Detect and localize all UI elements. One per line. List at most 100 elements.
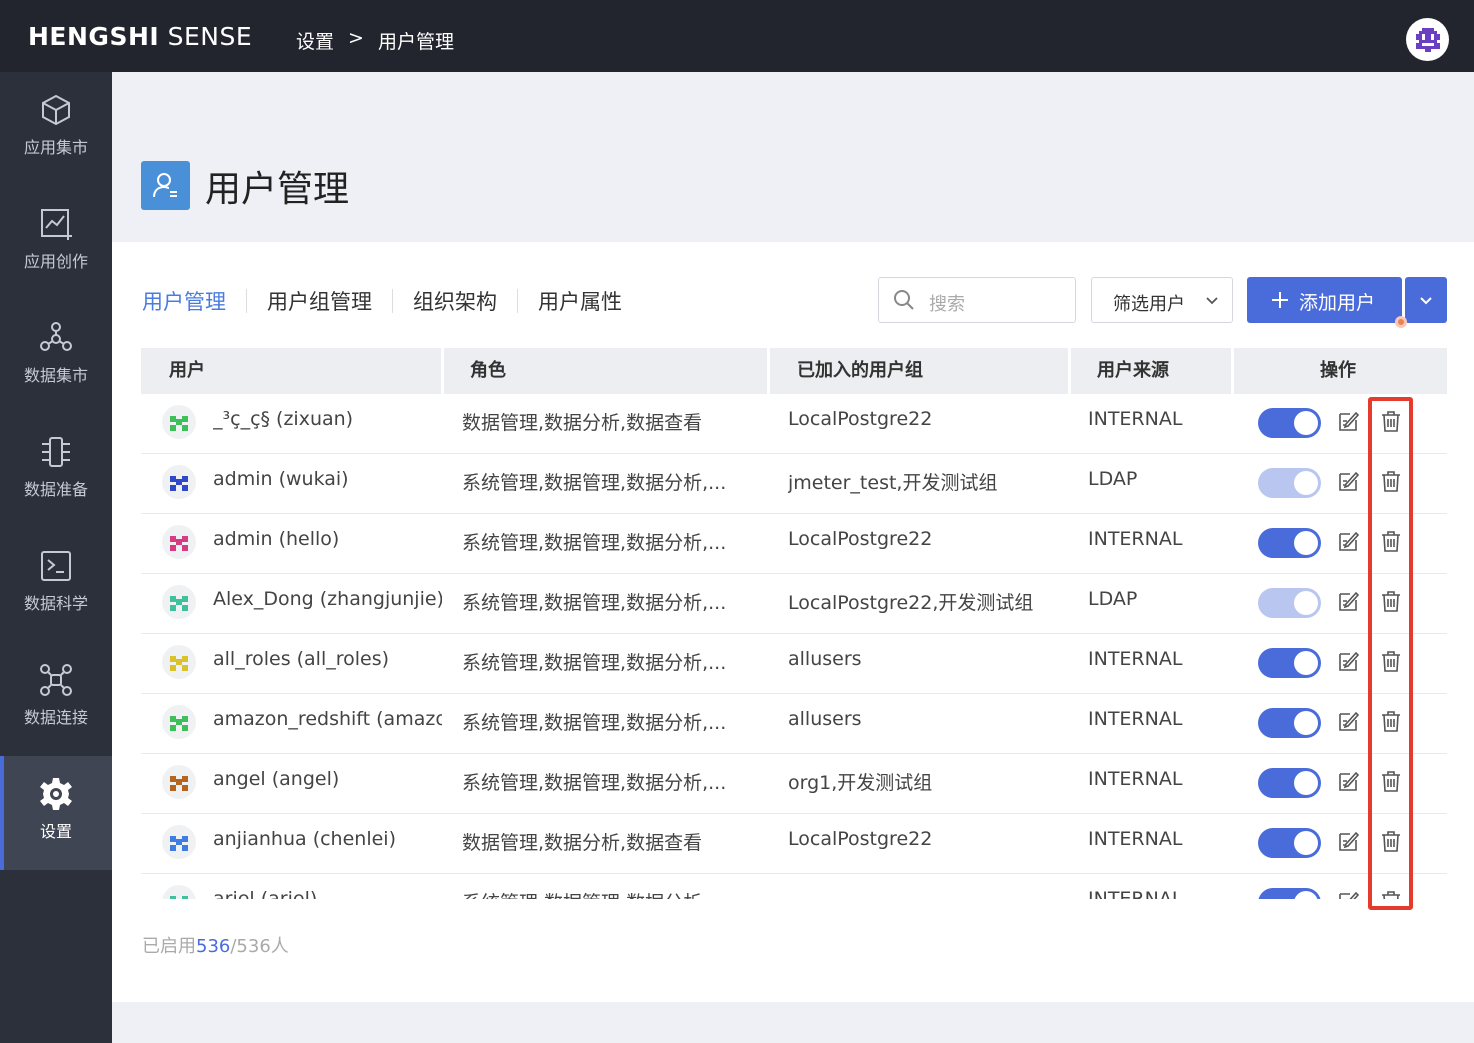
table-row[interactable]: ariel (ariel) 系统管理,数据管理,数据分析,... INTERNAL — [141, 874, 1447, 899]
total-count-value: /536人 — [230, 936, 289, 957]
tab-user-groups[interactable]: 用户组管理 — [267, 286, 372, 316]
user-groups: LocalPostgre22,开发测试组 — [788, 592, 1034, 614]
table-row[interactable]: Alex_Dong (zhangjunjie) 系统管理,数据管理,数据分析,..… — [141, 574, 1447, 634]
user-name: anjianhua (chenlei) — [213, 828, 396, 850]
sidebar-item-data-market[interactable]: 数据集市 — [0, 300, 112, 414]
edit-icon[interactable] — [1337, 650, 1360, 672]
delete-column-highlight — [1368, 397, 1413, 910]
edit-icon[interactable] — [1337, 470, 1360, 492]
table-row[interactable]: admin (hello) 系统管理,数据管理,数据分析,... LocalPost… — [141, 514, 1447, 574]
tab-user-attributes[interactable]: 用户属性 — [538, 286, 622, 316]
user-enabled-toggle[interactable] — [1258, 708, 1321, 738]
tab-user-management[interactable]: 用户管理 — [142, 286, 226, 316]
user-name: angel (angel) — [213, 768, 340, 790]
user-source: INTERNAL — [1088, 768, 1183, 790]
pixel-avatar-icon — [170, 476, 188, 491]
page-header: 用户管理 — [112, 72, 1474, 242]
add-user-dropdown-button[interactable] — [1405, 277, 1447, 323]
table-row[interactable]: angel (angel) 系统管理,数据管理,数据分析,... org1,开发测试… — [141, 754, 1447, 814]
user-enabled-toggle[interactable] — [1258, 768, 1321, 798]
sidebar-item-data-science[interactable]: 数据科学 — [0, 528, 112, 642]
edit-icon[interactable] — [1337, 830, 1360, 852]
user-enabled-toggle[interactable] — [1258, 648, 1321, 678]
sidebar-item-settings[interactable]: 设置 — [0, 756, 112, 870]
user-source: LDAP — [1088, 588, 1138, 610]
column-header-groups[interactable]: 已加入的用户组 — [797, 348, 923, 394]
pipeline-icon — [42, 437, 70, 467]
user-enabled-toggle[interactable] — [1258, 468, 1321, 498]
edit-icon[interactable] — [1337, 710, 1360, 732]
user-enabled-toggle[interactable] — [1258, 588, 1321, 618]
edit-icon[interactable] — [1337, 770, 1360, 792]
tab-bar: 用户管理 用户组管理 组织架构 用户属性 — [142, 286, 622, 316]
pixel-avatar-icon — [170, 836, 188, 851]
column-divider — [441, 348, 444, 394]
pixel-avatar-icon — [170, 416, 188, 431]
breadcrumb-separator: > — [348, 27, 364, 49]
table-row[interactable]: admin (wukai) 系统管理,数据管理,数据分析,... jmeter_te… — [141, 454, 1447, 514]
user-groups: jmeter_test,开发测试组 — [788, 472, 998, 494]
user-roles: 系统管理,数据管理,数据分析,... — [462, 652, 727, 674]
search-icon — [894, 290, 914, 310]
table-row[interactable]: anjianhua (chenlei) 数据管理,数据分析,数据查看 LocalPo… — [141, 814, 1447, 874]
chart-edit-icon — [41, 209, 72, 240]
search-input[interactable]: 搜索 — [878, 277, 1076, 323]
cube-icon — [42, 94, 70, 126]
tab-divider — [246, 289, 247, 313]
edit-icon[interactable] — [1337, 890, 1360, 899]
user-avatar-icon — [162, 705, 196, 739]
table-row[interactable]: all_roles (all_roles) 系统管理,数据管理,数据分析,... a… — [141, 634, 1447, 694]
user-source: INTERNAL — [1088, 528, 1183, 550]
enabled-count-prefix: 已启用 — [142, 936, 196, 957]
user-enabled-toggle[interactable] — [1258, 888, 1321, 899]
breadcrumb-current: 用户管理 — [377, 31, 454, 53]
tab-divider — [517, 289, 518, 313]
user-source: INTERNAL — [1088, 408, 1183, 430]
user-roles: 系统管理,数据管理,数据分析,... — [462, 888, 752, 899]
network-icon — [40, 664, 72, 696]
tab-org-structure[interactable]: 组织架构 — [413, 286, 497, 316]
user-groups: allusers — [788, 708, 862, 730]
table-row[interactable]: amazon_redshift (amazon 系统管理,数据管理,数据分析,..… — [141, 694, 1447, 754]
toggle-knob — [1294, 411, 1318, 435]
terminal-icon — [41, 551, 71, 581]
user-groups: LocalPostgre22 — [788, 408, 933, 430]
sidebar-item-app-create[interactable]: 应用创作 — [0, 186, 112, 300]
column-divider — [1231, 348, 1234, 394]
breadcrumb-settings[interactable]: 设置 — [296, 27, 334, 54]
user-name: amazon_redshift (amazon — [213, 708, 442, 730]
sidebar-item-data-prep[interactable]: 数据准备 — [0, 414, 112, 528]
table-row[interactable]: _³ç_ç§ (zixuan) 数据管理,数据分析,数据查看 LocalPostgr… — [141, 394, 1447, 454]
breadcrumb: 设置 > 用户管理 — [296, 27, 454, 54]
chevron-down-icon — [1420, 297, 1432, 305]
pixel-avatar-icon — [170, 596, 188, 611]
user-avatar-icon — [162, 885, 196, 899]
user-enabled-toggle[interactable] — [1258, 408, 1321, 438]
column-header-role[interactable]: 角色 — [470, 348, 506, 394]
user-avatar[interactable] — [1406, 18, 1449, 61]
pixel-avatar-icon — [1415, 27, 1440, 52]
user-source: LDAP — [1088, 468, 1138, 490]
column-header-source[interactable]: 用户来源 — [1097, 348, 1169, 394]
user-avatar-icon — [162, 825, 196, 859]
plus-icon — [1272, 292, 1288, 308]
user-avatar-icon — [162, 465, 196, 499]
edit-icon[interactable] — [1337, 590, 1360, 612]
sidebar-item-app-market[interactable]: 应用集市 — [0, 72, 112, 186]
column-header-user[interactable]: 用户 — [169, 348, 205, 394]
user-name: Alex_Dong (zhangjunjie) — [213, 588, 442, 610]
brand-logo[interactable]: HENGSHI SENSE — [28, 22, 252, 51]
user-enabled-toggle[interactable] — [1258, 828, 1321, 858]
sidebar-item-data-connect[interactable]: 数据连接 — [0, 642, 112, 756]
add-user-button[interactable]: 添加用户 — [1247, 277, 1402, 323]
user-groups: org1,开发测试组 — [788, 772, 933, 794]
user-avatar-icon — [162, 405, 196, 439]
edit-icon[interactable] — [1337, 410, 1360, 432]
column-divider — [1068, 348, 1071, 394]
pixel-avatar-icon — [170, 536, 188, 551]
sidebar: 应用集市 应用创作 数据集市 数据准备 数据科学 数据连接 设置 — [0, 72, 112, 1043]
filter-users-select[interactable]: 筛选用户 — [1091, 277, 1233, 323]
edit-icon[interactable] — [1337, 530, 1360, 552]
user-enabled-toggle[interactable] — [1258, 528, 1321, 558]
user-roles: 系统管理,数据管理,数据分析,... — [462, 712, 727, 734]
